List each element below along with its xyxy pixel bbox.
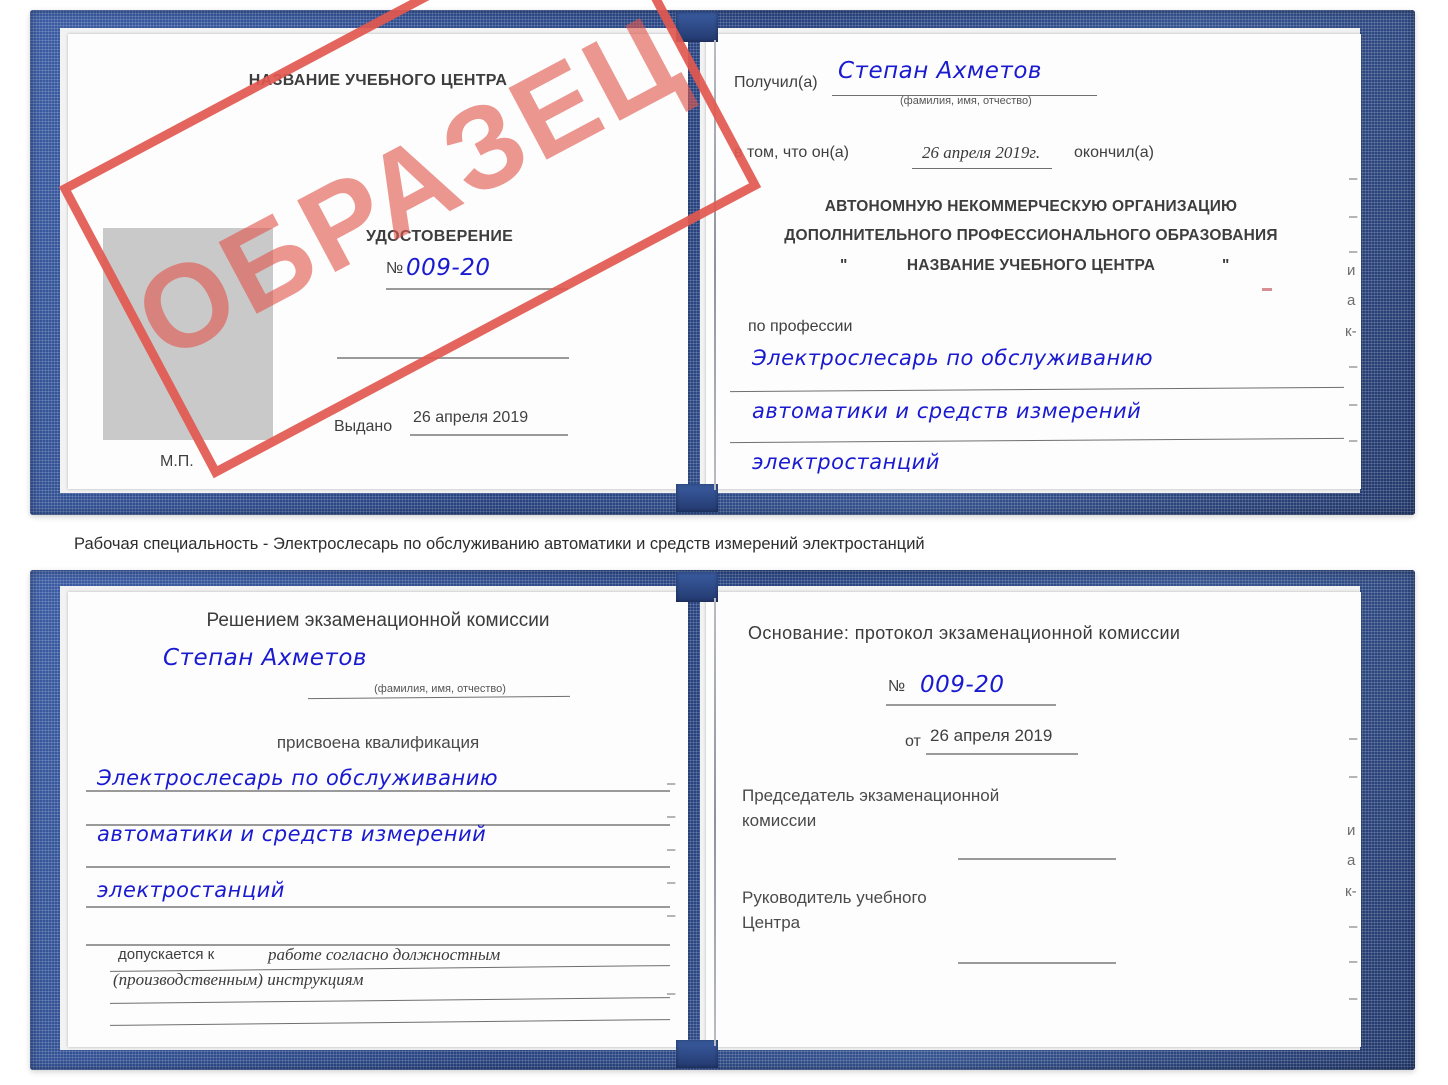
chairman-line-2: комиссии (742, 811, 817, 830)
org-line-3: НАЗВАНИЕ УЧЕБНОГО ЦЕНТРА (906, 257, 1156, 274)
edge-mark-b-6: – (1349, 953, 1358, 970)
org-quote-close: " (1222, 257, 1230, 274)
fio-hint-top: (фамилия, имя, отчество) (900, 95, 1032, 107)
org-line-1: АВТОНОМНУЮ НЕКОММЕРЧЕСКУЮ ОРГАНИЗАЦИЮ (824, 198, 1238, 215)
spine-tab-top (676, 12, 718, 42)
edge-mark-b-0: – (1349, 730, 1358, 747)
edge-mark-7: – (1349, 396, 1358, 413)
spine-tab-bottom (676, 572, 718, 602)
edge-mark-bl-0: – (667, 775, 676, 792)
edge-mark-bl-2: – (667, 841, 676, 858)
protocol-from-rule (926, 753, 1078, 755)
edge-mark-b-2: и (1347, 822, 1356, 839)
allowed-value-1: работе согласно должностным (268, 945, 501, 964)
profession-line-1: Электрослесарь по обслуживанию (752, 346, 1154, 370)
allowed-value-2: (производственным) инструкциям (113, 970, 364, 989)
spine-crease-bottom (714, 598, 716, 1046)
issued-rule-top (410, 434, 568, 436)
protocol-number-rule (886, 704, 1056, 706)
edge-mark-5: к- (1345, 323, 1357, 340)
blank-rule-top-1 (337, 357, 569, 359)
fio-hint-bottom: (фамилия, имя, отчество) (374, 683, 506, 695)
basis-label: Основание: протокол экзаменационной коми… (748, 623, 1181, 643)
faint-red-artifact: ▬ (1262, 283, 1272, 294)
number-value-top: 009-20 (406, 255, 491, 281)
training-center-name-top: НАЗВАНИЕ УЧЕБНОГО ЦЕНТРА (248, 72, 508, 89)
completion-date-value: 26 апреля 2019г. (922, 143, 1041, 162)
edge-mark-1: – (1349, 208, 1358, 225)
qualification-label: присвоена квалификация (276, 733, 480, 752)
decision-title: Решением экзаменационной комиссии (206, 610, 550, 631)
head-line-1: Руководитель учебного (742, 888, 927, 907)
received-label: Получил(а) (734, 74, 818, 91)
completion-date-rule (912, 168, 1052, 169)
certificate-title-top: УДОСТОВЕРЕНИЕ (366, 228, 514, 245)
protocol-number-label: № (888, 678, 906, 695)
spine-crease-top (714, 40, 716, 490)
head-signature-rule (958, 962, 1116, 964)
chairman-signature-rule (958, 858, 1116, 860)
spine-tab-top-bottom (676, 484, 718, 512)
qualification-rule-3 (86, 866, 670, 868)
profession-line-2: автоматики и средств измерений (752, 399, 1142, 423)
issued-label-top: Выдано (334, 418, 393, 435)
issued-value-top: 26 апреля 2019 (413, 409, 529, 426)
qualification-line-2: автоматики и средств измерений (97, 822, 487, 846)
edge-mark-bl-5: – (667, 985, 676, 1002)
head-line-2: Центра (742, 913, 801, 932)
finished-label: окончил(а) (1074, 144, 1154, 161)
spine-tab-bottom-bottom (676, 1040, 718, 1068)
profession-line-3: электростанций (752, 450, 940, 474)
protocol-from-value: 26 апреля 2019 (930, 726, 1053, 745)
chairman-line-1: Председатель экзаменационной (742, 786, 1000, 805)
edge-mark-6: – (1349, 358, 1358, 375)
number-label-top: № (386, 260, 404, 277)
qualification-rule-1 (86, 790, 670, 792)
allowed-label: допускается к (118, 946, 215, 963)
protocol-from-label: от (905, 733, 921, 750)
edge-mark-b-1: – (1349, 768, 1358, 785)
decision-name-value: Степан Ахметов (163, 645, 367, 671)
edge-mark-4: а (1347, 292, 1356, 309)
photo-placeholder (103, 228, 273, 440)
edge-mark-b-7: – (1349, 990, 1358, 1007)
qualification-line-1: Электрослесарь по обслуживанию (97, 766, 499, 790)
edge-mark-3: и (1347, 262, 1356, 279)
profession-label: по профессии (748, 318, 853, 335)
received-name-value: Степан Ахметов (838, 58, 1042, 84)
edge-mark-b-3: а (1347, 852, 1356, 869)
edge-mark-bl-1: – (667, 808, 676, 825)
org-line-2: ДОПОЛНИТЕЛЬНОГО ПРОФЕССИОНАЛЬНОГО ОБРАЗО… (784, 227, 1278, 244)
edge-mark-0: – (1349, 170, 1358, 187)
edge-mark-2: – (1349, 243, 1358, 260)
edge-mark-8: – (1349, 432, 1358, 449)
protocol-number-value: 009-20 (920, 672, 1005, 698)
edge-mark-bl-3: – (667, 874, 676, 891)
caption-text: Рабочая специальность - Электрослесарь п… (74, 535, 925, 553)
edge-mark-b-5: – (1349, 918, 1358, 935)
edge-mark-bl-4: – (667, 907, 676, 924)
qualification-rule-4 (86, 906, 670, 908)
number-rule-top (386, 288, 568, 290)
qualification-line-3: электростанций (97, 878, 285, 902)
edge-mark-b-4: к- (1345, 883, 1357, 900)
in-that-label: в том, что он(а) (734, 144, 849, 161)
seal-label-top: М.П. (160, 453, 194, 470)
